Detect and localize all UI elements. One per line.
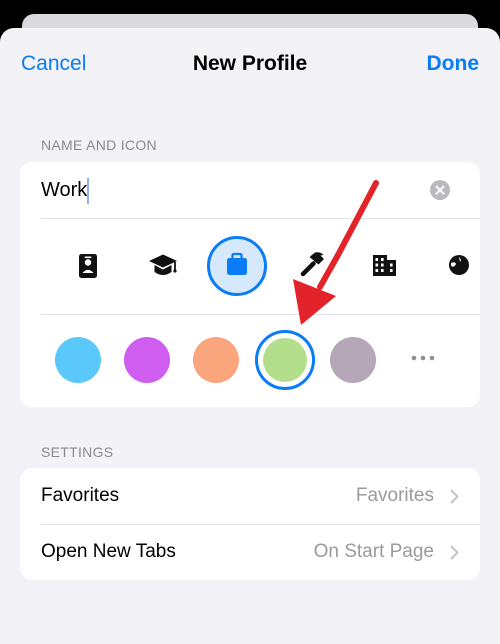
more-colors-button[interactable] bbox=[410, 351, 436, 365]
text-caret bbox=[87, 178, 89, 204]
hammer-icon bbox=[300, 252, 324, 277]
settings-row-label: Favorites bbox=[41, 485, 120, 506]
icon-picker bbox=[20, 219, 480, 314]
settings-header: SETTINGS bbox=[41, 444, 114, 460]
building-icon bbox=[373, 255, 396, 276]
chevron-right-icon bbox=[450, 545, 459, 560]
color-swatch-blue[interactable] bbox=[55, 337, 101, 383]
name-and-icon-group: Work bbox=[20, 162, 480, 407]
person-badge-icon bbox=[79, 254, 97, 278]
settings-row-open-new-tabs[interactable]: Open New Tabs On Start Page bbox=[20, 524, 480, 580]
icon-option-hammer[interactable] bbox=[282, 236, 342, 296]
icon-option-briefcase[interactable] bbox=[207, 236, 267, 296]
icon-option-graduation-cap[interactable] bbox=[133, 236, 193, 296]
clear-text-button[interactable] bbox=[430, 180, 450, 200]
color-swatch-mauve[interactable] bbox=[330, 337, 376, 383]
profile-name-value[interactable]: Work bbox=[41, 179, 87, 202]
name-and-icon-header: NAME AND ICON bbox=[41, 137, 157, 153]
new-profile-sheet: Cancel New Profile Done NAME AND ICON Wo… bbox=[0, 28, 500, 644]
color-swatch-orange[interactable] bbox=[193, 337, 239, 383]
settings-row-value: Favorites bbox=[355, 485, 434, 506]
ellipsis-icon bbox=[411, 355, 435, 361]
done-button[interactable]: Done bbox=[427, 52, 480, 76]
graduation-cap-icon bbox=[149, 254, 177, 275]
color-swatch-green bbox=[263, 338, 307, 382]
briefcase-icon bbox=[227, 252, 247, 275]
settings-row-value: On Start Page bbox=[313, 541, 434, 562]
color-swatch-purple[interactable] bbox=[124, 337, 170, 383]
chevron-right-icon bbox=[450, 489, 459, 504]
settings-row-favorites[interactable]: Favorites Favorites bbox=[20, 468, 480, 524]
icon-option-globe[interactable] bbox=[429, 236, 480, 296]
settings-row-label: Open New Tabs bbox=[41, 541, 176, 562]
globe-icon bbox=[449, 255, 469, 275]
xmark-icon bbox=[435, 185, 445, 195]
settings-group: Favorites Favorites Open New Tabs On Sta… bbox=[20, 468, 480, 580]
color-picker bbox=[20, 315, 480, 407]
color-swatch-green-selected[interactable] bbox=[255, 330, 315, 390]
profile-name-field[interactable]: Work bbox=[20, 162, 480, 218]
icon-option-building[interactable] bbox=[355, 236, 415, 296]
icon-option-person-badge[interactable] bbox=[58, 236, 118, 296]
page-title: New Profile bbox=[192, 52, 308, 75]
